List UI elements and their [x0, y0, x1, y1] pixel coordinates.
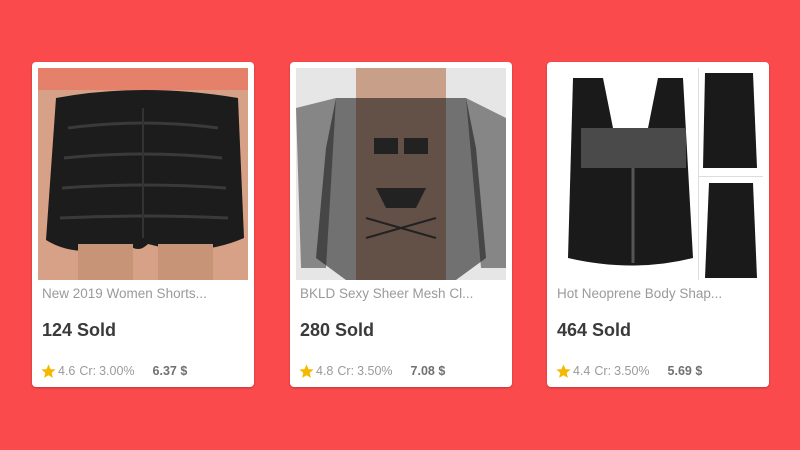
- product-meta: 4.4 Cr: 3.50% 5.69 $: [555, 362, 702, 380]
- price: 5.69 $: [667, 364, 703, 378]
- product-meta: 4.8 Cr: 3.50% 7.08 $: [298, 362, 445, 380]
- star-icon: [40, 363, 57, 380]
- star-icon: [555, 363, 572, 380]
- cr-label: Cr:: [79, 364, 97, 378]
- product-card[interactable]: Hot Neoprene Body Shap... 464 Sold 4.4 C…: [547, 62, 769, 387]
- product-image[interactable]: [38, 68, 248, 280]
- product-title[interactable]: BKLD Sexy Sheer Mesh Cl...: [300, 286, 505, 301]
- cr-label: Cr:: [337, 364, 355, 378]
- cr-value: 3.00%: [99, 364, 135, 378]
- product-meta: 4.6 Cr: 3.00% 6.37 $: [40, 362, 187, 380]
- product-image[interactable]: [553, 68, 763, 280]
- rating-value: 4.6: [58, 364, 76, 378]
- rating-value: 4.8: [316, 364, 334, 378]
- star-icon: [298, 363, 315, 380]
- product-card[interactable]: BKLD Sexy Sheer Mesh Cl... 280 Sold 4.8 …: [290, 62, 512, 387]
- cr-label: Cr:: [594, 364, 612, 378]
- price: 6.37 $: [152, 364, 188, 378]
- sold-count: 124 Sold: [42, 320, 117, 340]
- product-title[interactable]: New 2019 Women Shorts...: [42, 286, 247, 301]
- product-image[interactable]: [296, 68, 506, 280]
- product-title[interactable]: Hot Neoprene Body Shap...: [557, 286, 762, 301]
- price: 7.08 $: [410, 364, 446, 378]
- sold-count: 280 Sold: [300, 320, 375, 340]
- cr-value: 3.50%: [357, 364, 393, 378]
- cr-value: 3.50%: [614, 364, 650, 378]
- rating-value: 4.4: [573, 364, 591, 378]
- product-grid-page: { "theme": { "background": "#fb4a4c", "c…: [0, 0, 800, 450]
- product-card[interactable]: New 2019 Women Shorts... 124 Sold 4.6 Cr…: [32, 62, 254, 387]
- sold-count: 464 Sold: [557, 320, 632, 340]
